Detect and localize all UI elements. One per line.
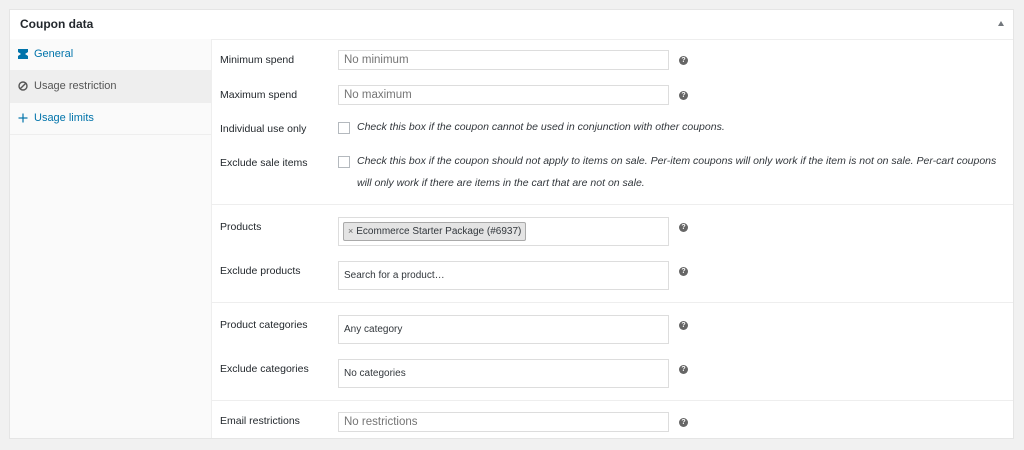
tab-usage-limits[interactable]: Usage limits bbox=[10, 103, 211, 135]
maximum-spend-label: Maximum spend bbox=[220, 89, 298, 101]
triangle-up-icon[interactable] bbox=[998, 21, 1004, 26]
help-icon[interactable]: ? bbox=[679, 91, 688, 100]
minimum-spend-input[interactable] bbox=[338, 50, 669, 70]
email-restrictions-label: Email restrictions bbox=[220, 415, 300, 427]
plus-icon bbox=[18, 113, 28, 123]
product-categories-select[interactable]: Any category bbox=[338, 315, 669, 344]
minimum-spend-label: Minimum spend bbox=[220, 54, 295, 66]
email-group: Email restrictions ? bbox=[211, 401, 1013, 441]
selected-product-chip: × Ecommerce Starter Package (#6937) bbox=[343, 222, 527, 241]
ticket-icon bbox=[18, 49, 28, 59]
exclude-products-placeholder: Search for a product… bbox=[344, 270, 445, 281]
exclude-sale-items-checkbox[interactable] bbox=[338, 156, 350, 168]
help-icon[interactable]: ? bbox=[679, 267, 688, 276]
usage-restriction-content: Minimum spend ? Maximum spend ? Individu… bbox=[211, 39, 1013, 438]
tab-general-label: General bbox=[34, 48, 74, 60]
help-icon[interactable]: ? bbox=[679, 418, 688, 427]
remove-chip-icon[interactable]: × bbox=[348, 226, 353, 236]
tab-usage-restriction[interactable]: Usage restriction bbox=[10, 71, 211, 103]
individual-use-label: Individual use only bbox=[220, 123, 307, 135]
maximum-spend-input[interactable] bbox=[338, 85, 669, 105]
panel-header: Coupon data bbox=[10, 10, 1013, 40]
exclude-sale-items-label: Exclude sale items bbox=[220, 157, 308, 169]
spend-group: Minimum spend ? Maximum spend ? Individu… bbox=[211, 39, 1013, 205]
tab-general[interactable]: General bbox=[10, 39, 211, 71]
exclude-categories-label: Exclude categories bbox=[220, 363, 309, 375]
individual-use-checkbox[interactable] bbox=[338, 122, 350, 134]
help-icon[interactable]: ? bbox=[679, 321, 688, 330]
tab-usage-limits-label: Usage limits bbox=[34, 112, 94, 124]
categories-group: Product categories Any category ? Exclud… bbox=[211, 303, 1013, 401]
selected-product-label: Ecommerce Starter Package (#6937) bbox=[356, 226, 522, 237]
email-restrictions-input[interactable] bbox=[338, 412, 669, 432]
panel-title: Coupon data bbox=[20, 17, 94, 31]
product-categories-label: Product categories bbox=[220, 319, 308, 331]
prohibited-icon bbox=[18, 81, 28, 91]
tab-usage-restriction-label: Usage restriction bbox=[34, 80, 117, 92]
products-select[interactable]: × Ecommerce Starter Package (#6937) bbox=[338, 217, 669, 246]
exclude-products-select[interactable]: Search for a product… bbox=[338, 261, 669, 290]
individual-use-description: Check this box if the coupon cannot be u… bbox=[357, 121, 725, 133]
coupon-tabs: General Usage restriction Usage limits bbox=[10, 39, 212, 438]
products-label: Products bbox=[220, 221, 262, 233]
exclude-sale-items-description: Check this box if the coupon should not … bbox=[357, 155, 997, 189]
product-categories-placeholder: Any category bbox=[344, 324, 403, 335]
products-group: Products × Ecommerce Starter Package (#69… bbox=[211, 205, 1013, 303]
help-icon[interactable]: ? bbox=[679, 223, 688, 232]
coupon-data-panel: Coupon data General Usage restriction Us… bbox=[9, 9, 1014, 439]
exclude-products-label: Exclude products bbox=[220, 265, 301, 277]
help-icon[interactable]: ? bbox=[679, 56, 688, 65]
help-icon[interactable]: ? bbox=[679, 365, 688, 374]
exclude-categories-select[interactable]: No categories bbox=[338, 359, 669, 388]
exclude-categories-placeholder: No categories bbox=[344, 368, 406, 379]
